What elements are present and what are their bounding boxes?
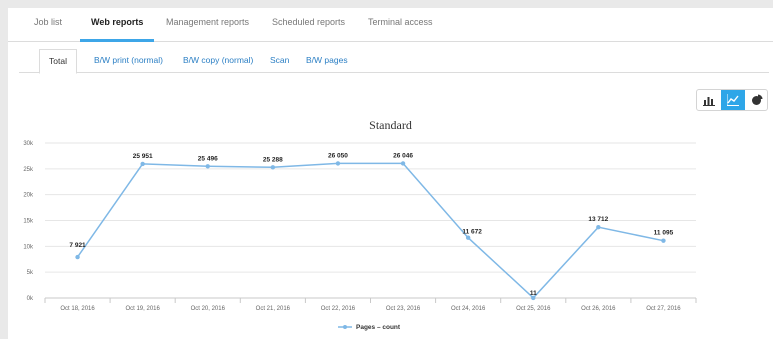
chart-title: Standard [369,118,412,132]
tab-web-reports[interactable]: Web reports [91,17,143,27]
data-label: 26 050 [328,152,348,159]
subtab-bw-pages[interactable]: B/W pages [297,49,357,73]
data-label: 11 672 [462,229,482,236]
y-tick-label: 25k [23,167,34,173]
y-tick-label: 0k [27,296,34,302]
data-point [400,161,406,166]
data-label: 26 046 [393,152,413,159]
data-label: 13 712 [588,216,608,223]
tab-management-reports[interactable]: Management reports [166,17,249,27]
data-label: 11 095 [654,230,674,237]
data-label: 7 921 [69,242,86,249]
tab-job-list[interactable]: Job list [34,17,62,27]
series-line [76,162,664,299]
x-tick-label: Oct 19, 2016 [125,306,160,312]
x-tick-label: Oct 25, 2016 [516,306,551,312]
data-point [335,161,341,166]
x-tick-label: Oct 24, 2016 [451,306,486,312]
tab-scheduled-reports[interactable]: Scheduled reports [272,17,345,27]
subtab-bw-copy-normal[interactable]: B/W copy (normal) [174,49,262,73]
data-point [140,161,145,167]
web-reports-panel: Job list Web reports Management reports … [8,8,773,339]
y-tick-label: 30k [23,141,34,147]
data-point [205,164,210,169]
data-point [465,235,471,240]
x-tick-label: Oct 21, 2016 [256,306,291,312]
data-label: 25 496 [198,155,218,162]
x-tick-label: Oct 22, 2016 [321,306,356,312]
legend-label: Pages – count [356,324,401,331]
x-tick-label: Oct 23, 2016 [386,306,421,312]
top-navigation: Job list Web reports Management reports … [8,8,773,42]
data-point [661,238,666,243]
x-tick-label: Oct 18, 2016 [60,306,95,312]
active-tab-indicator [80,39,154,42]
data-point [75,254,80,260]
data-label: 25 288 [263,156,283,163]
report-type-tabs: Total B/W print (normal) B/W copy (norma… [19,49,769,74]
data-label: 25 951 [133,153,153,160]
data-point [596,224,601,230]
y-tick-label: 5k [27,270,34,276]
legend-marker [343,325,347,329]
y-tick-label: 10k [23,244,34,250]
subtab-bw-print-normal[interactable]: B/W print (normal) [85,49,172,73]
tab-terminal-access[interactable]: Terminal access [368,17,433,27]
y-tick-label: 15k [23,219,34,225]
line-chart: Standard 0k 5k 10k 15k 20k 25k 30k Oct 18, 2016 O… [23,118,697,331]
subtab-total[interactable]: Total [39,49,77,74]
x-tick-label: Oct 20, 2016 [191,306,226,312]
data-point [270,165,276,170]
data-label: 11 [530,290,537,297]
x-tick-label: Oct 27, 2016 [646,306,681,312]
y-tick-label: 20k [23,193,34,199]
subtab-scan[interactable]: Scan [261,49,298,73]
x-tick-label: Oct 26, 2016 [581,306,616,312]
